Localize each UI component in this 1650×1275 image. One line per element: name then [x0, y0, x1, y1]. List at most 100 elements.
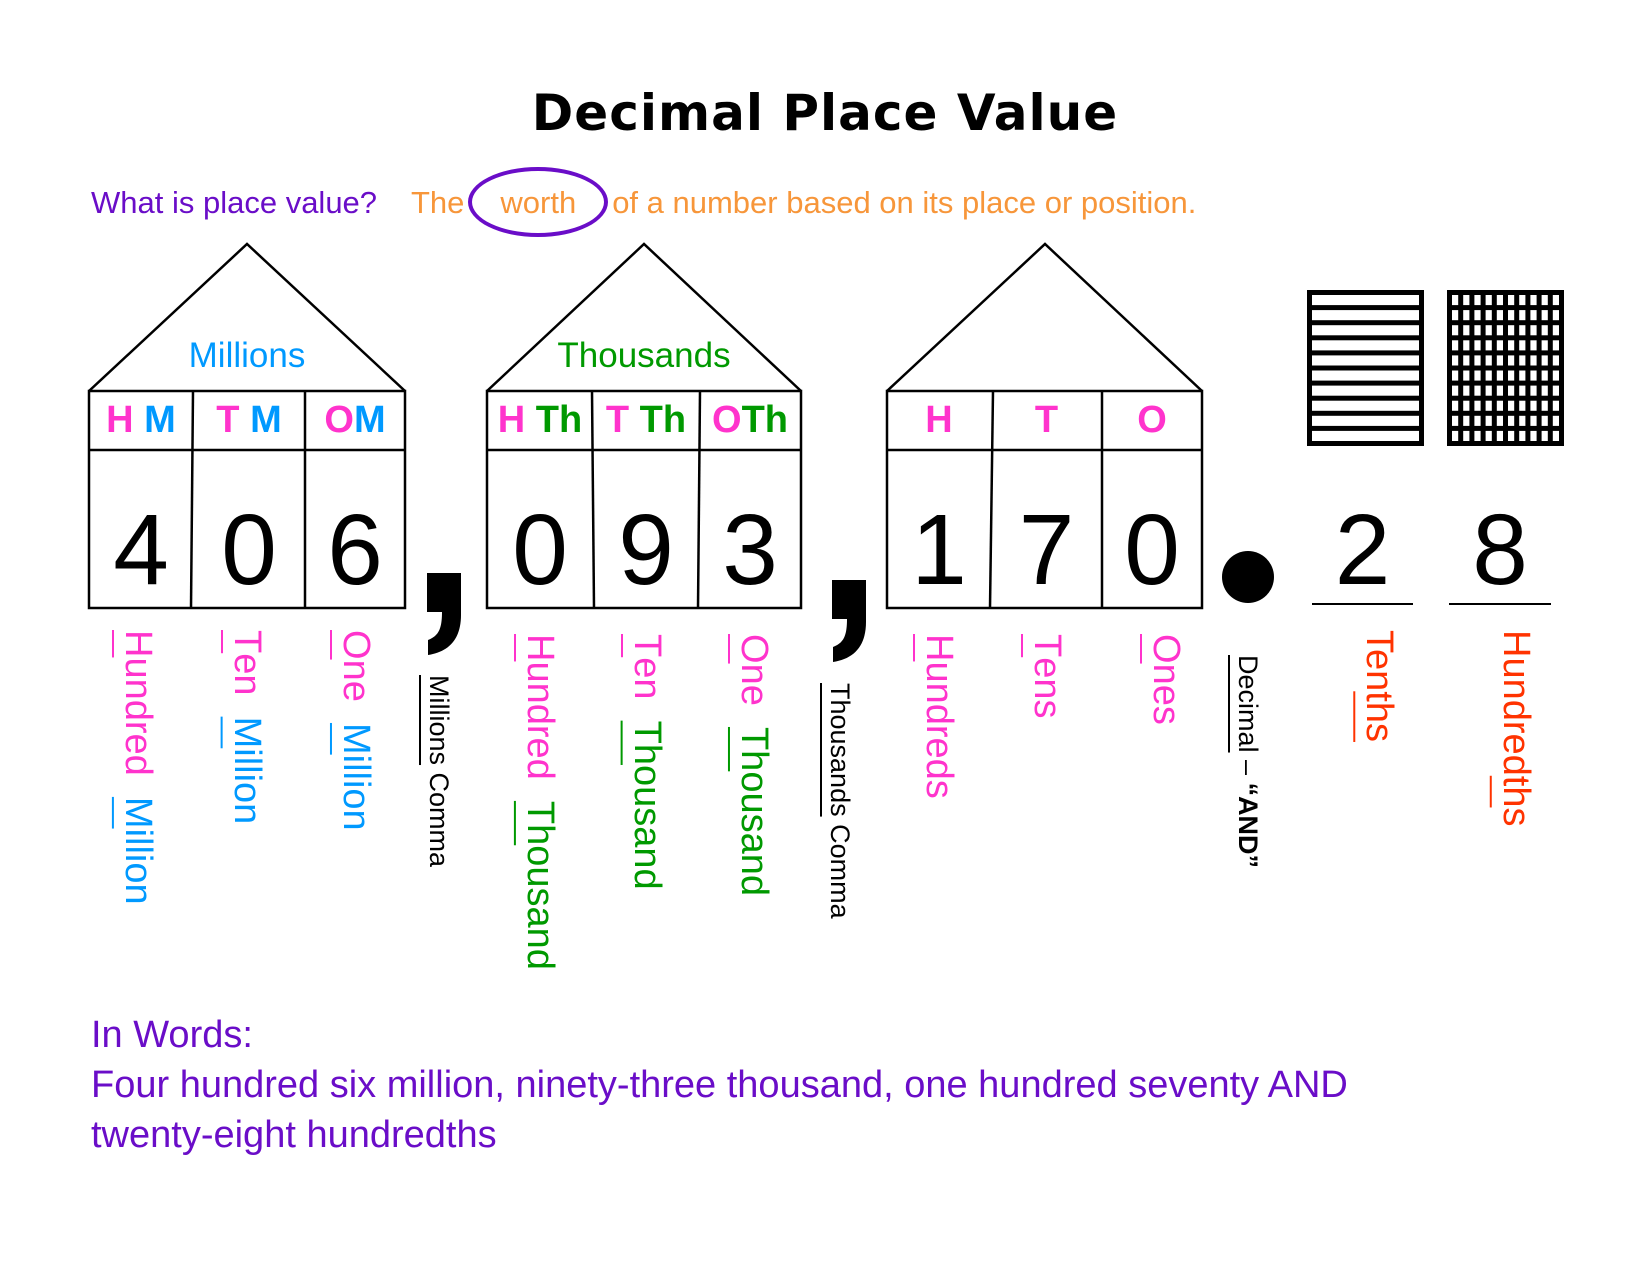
hundredth-cell	[1541, 430, 1548, 441]
hundredth-cell	[1541, 385, 1548, 396]
label-one-million: One Million	[335, 630, 377, 831]
hundredth-cell	[1452, 355, 1459, 366]
digit-hundreds: 1	[911, 494, 967, 606]
hundredth-cell	[1485, 385, 1492, 396]
label-part: undred	[519, 661, 561, 780]
hundredth-cell	[1474, 415, 1481, 426]
hundredth-cell	[1452, 310, 1459, 321]
label-hundred-million: Hundred Million	[117, 630, 159, 905]
header-hundred-millions: H M	[89, 399, 193, 442]
hundredth-cell	[1485, 355, 1492, 366]
hundredth-cell	[1508, 415, 1515, 426]
header-period-letter: M	[144, 399, 176, 441]
hundredth-cell	[1519, 370, 1526, 381]
hundredth-cell	[1519, 415, 1526, 426]
label-ten-million: Ten Million	[226, 630, 268, 824]
underlined-letter: M	[117, 796, 159, 829]
header-place-letter: H	[497, 399, 526, 441]
roof	[886, 242, 1203, 392]
digit-ten-millions: 0	[221, 494, 277, 606]
hundredth-cell	[1474, 355, 1481, 366]
digit-tenths: 2	[1334, 494, 1391, 606]
hundredth-cell	[1452, 295, 1459, 306]
hundredth-cell	[1552, 355, 1559, 366]
underlined-letter: O	[1145, 634, 1187, 664]
label-tenths: Tenths	[1358, 630, 1400, 742]
hundredth-cell	[1463, 385, 1470, 396]
hundredth-cell	[1552, 325, 1559, 336]
hundredth-cell	[1496, 400, 1503, 411]
hundredth-cell	[1508, 310, 1515, 321]
hundredth-cell	[1519, 325, 1526, 336]
hundredth-cell	[1552, 340, 1559, 351]
thousands-comma-mark	[832, 580, 866, 662]
hundredth-cell	[1474, 295, 1481, 306]
underlined-letter: O	[733, 634, 775, 664]
hundredth-cell	[1474, 400, 1481, 411]
hundredth-cell	[1452, 430, 1459, 441]
underlined-letter: O	[335, 630, 377, 660]
hundredth-cell	[1530, 370, 1537, 381]
tenth-strip	[1312, 430, 1419, 441]
header-one-millions: OM	[305, 399, 405, 442]
label-ones: Ones	[1145, 634, 1187, 725]
hundredth-cell	[1463, 325, 1470, 336]
underlined-letter: M	[226, 716, 268, 749]
hundredth-cell	[1452, 400, 1459, 411]
header-ones: O	[1137, 399, 1167, 441]
header-place-letter: T	[605, 399, 630, 441]
hundredth-cell	[1530, 415, 1537, 426]
hundredth-cell	[1485, 295, 1492, 306]
hundredth-cell	[1463, 310, 1470, 321]
tenth-strip	[1312, 340, 1419, 351]
hundredth-cell	[1530, 325, 1537, 336]
in-words-line-2: twenty-eight hundredths	[91, 1114, 497, 1156]
hundredth-cell	[1485, 430, 1492, 441]
tenth-strip	[1312, 325, 1419, 336]
hundredth-cell	[1519, 295, 1526, 306]
hundredth-cell	[1530, 310, 1537, 321]
digit-ones: 0	[1124, 494, 1180, 606]
hundredth-cell	[1530, 340, 1537, 351]
tenth-strip	[1312, 355, 1419, 366]
hundredth-cell	[1541, 415, 1548, 426]
hundredth-cell	[1463, 430, 1470, 441]
and-emphasis: “AND”	[1233, 782, 1263, 869]
label-part: Comma	[424, 765, 454, 868]
hundredth-cell	[1496, 325, 1503, 336]
hundredth-cell	[1474, 310, 1481, 321]
label-part: ousand	[626, 764, 668, 890]
tenth-strip	[1312, 295, 1419, 306]
hundredth-cell	[1463, 400, 1470, 411]
digit-ten-thousands: 9	[618, 494, 674, 606]
header-place-letter: O	[324, 399, 354, 441]
hundredth-cell	[1452, 415, 1459, 426]
label-part: s	[1495, 807, 1537, 827]
label-millions-comma: Millions Comma	[424, 675, 454, 868]
label-part: ousand	[733, 771, 775, 896]
hundredth-cell	[1541, 310, 1548, 321]
hundredth-cell	[1463, 415, 1470, 426]
hundredth-cell	[1508, 355, 1515, 366]
header-place-letter: O	[712, 399, 742, 441]
hundredth-cell	[1485, 415, 1492, 426]
hundredth-cell	[1541, 325, 1548, 336]
header-hundred-thousands: H Th	[487, 399, 593, 442]
label-one-thousand: One Thousand	[733, 634, 775, 896]
hundredth-cell	[1452, 325, 1459, 336]
hundredth-cell	[1552, 430, 1559, 441]
decimal-point	[1222, 551, 1274, 603]
hundredth-cell	[1485, 325, 1492, 336]
hundredth-cell	[1519, 340, 1526, 351]
label-part: en	[626, 657, 668, 700]
hundredth-cell	[1552, 310, 1559, 321]
hundredth-cell	[1452, 370, 1459, 381]
header-period-letter: Th	[535, 399, 583, 441]
hundredth-cell	[1541, 370, 1548, 381]
digit-hundred-millions: 4	[113, 494, 169, 606]
underlined-letter: H	[117, 630, 159, 658]
label-thousands-comma: Thousands Comma	[825, 683, 855, 919]
hundredth-cell	[1552, 370, 1559, 381]
label-part: Hundred	[1495, 630, 1537, 776]
hundredth-cell	[1530, 430, 1537, 441]
